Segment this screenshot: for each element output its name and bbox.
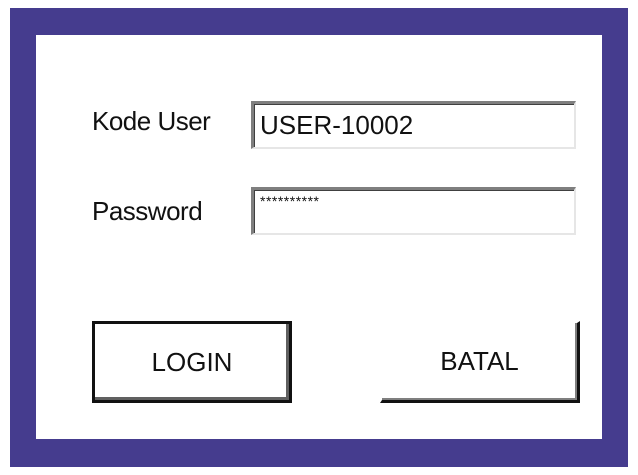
- login-panel: Kode User USER-10002 Password **********…: [36, 35, 602, 439]
- login-button-label: LOGIN: [151, 346, 233, 377]
- user-code-label: Kode User: [92, 106, 211, 136]
- login-button[interactable]: LOGIN: [92, 321, 292, 403]
- password-input[interactable]: **********: [251, 187, 576, 235]
- cancel-button-label: BATAL: [440, 346, 519, 376]
- password-label: Password: [92, 196, 203, 226]
- user-code-input[interactable]: USER-10002: [251, 101, 576, 149]
- cancel-button[interactable]: BATAL: [380, 321, 580, 403]
- login-window-frame: Kode User USER-10002 Password **********…: [10, 8, 628, 467]
